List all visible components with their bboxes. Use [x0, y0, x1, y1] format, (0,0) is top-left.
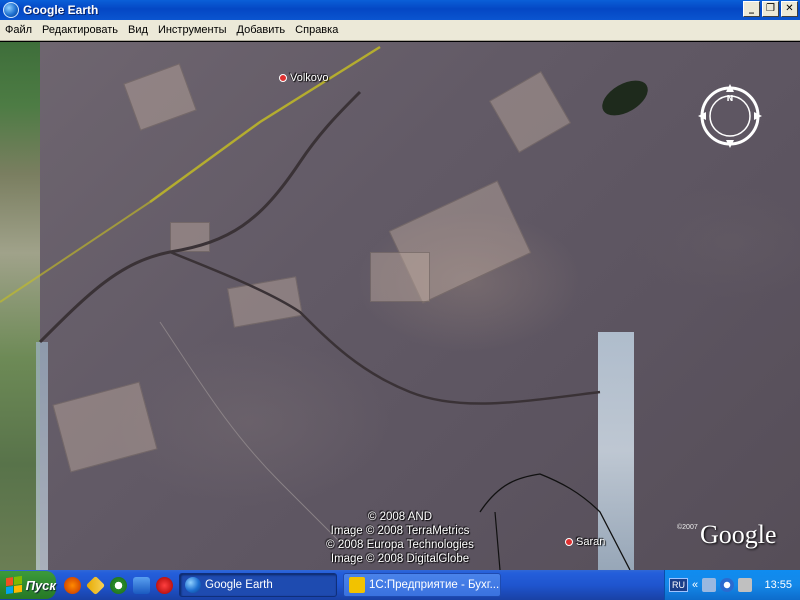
clock: 13:55 — [764, 579, 792, 591]
task-google-earth[interactable]: Google Earth — [179, 573, 337, 597]
task-1c[interactable]: 1С:Предприятие - Бухг... — [343, 573, 501, 597]
map-view[interactable]: Volkovo Saran N © 2008 AND Image © 2008 … — [0, 42, 800, 570]
credit-line: © 2008 Europa Technologies — [326, 539, 474, 551]
google-earth-icon — [185, 577, 201, 593]
watermark-year: ©2007 — [677, 524, 698, 531]
opera-icon[interactable] — [156, 576, 173, 594]
title-bar[interactable]: Google Earth _ ❐ ✕ — [0, 0, 800, 20]
task-label: Google Earth — [205, 579, 273, 591]
close-button[interactable]: ✕ — [781, 1, 798, 17]
volume-icon[interactable] — [738, 578, 753, 592]
quick-launch — [64, 575, 173, 595]
1c-icon — [349, 577, 365, 593]
menu-view[interactable]: Вид — [123, 24, 153, 36]
start-label: Пуск — [25, 577, 56, 593]
menu-help[interactable]: Справка — [290, 24, 343, 36]
menu-tools[interactable]: Инструменты — [153, 24, 232, 36]
media-player-icon[interactable] — [110, 576, 127, 594]
taskbar: Пуск Google Earth 1С:Предприятие - Бухг.… — [0, 570, 800, 600]
window-title: Google Earth — [23, 3, 99, 17]
network-icon[interactable] — [702, 578, 717, 592]
credit-line: © 2008 AND — [367, 511, 433, 523]
menu-add[interactable]: Добавить — [232, 24, 291, 36]
place-label-volkovo[interactable]: Volkovo — [279, 72, 329, 84]
compass-icon[interactable]: N — [696, 82, 764, 150]
language-indicator[interactable]: RU — [669, 578, 688, 592]
antivirus-icon[interactable] — [720, 578, 735, 592]
tray-expand-chevron-icon[interactable]: « — [692, 579, 698, 591]
compass-north-label: N — [727, 94, 734, 103]
restore-button[interactable]: ❐ — [762, 1, 779, 17]
start-button[interactable]: Пуск — [0, 571, 56, 599]
place-name: Saran — [576, 536, 606, 548]
task-label: 1С:Предприятие - Бухг... — [369, 579, 500, 591]
imagery-credits: © 2008 AND Image © 2008 TerraMetrics © 2… — [300, 510, 500, 566]
credit-line: Image © 2008 DigitalGlobe — [330, 553, 470, 565]
place-marker-icon — [279, 74, 287, 82]
menu-edit[interactable]: Редактировать — [37, 24, 123, 36]
google-logo: Google — [700, 520, 777, 549]
google-earth-icon — [3, 2, 19, 18]
place-name: Volkovo — [290, 72, 329, 84]
menu-bar: Файл Редактировать Вид Инструменты Добав… — [0, 20, 800, 41]
map-lines — [0, 45, 631, 570]
credit-line: Image © 2008 TerraMetrics — [330, 525, 470, 537]
windows-logo-icon — [6, 575, 22, 595]
outlook-icon[interactable] — [133, 576, 150, 594]
place-marker-icon — [565, 538, 573, 546]
shortcut-icon[interactable] — [85, 575, 106, 595]
firefox-icon[interactable] — [64, 576, 81, 594]
minimize-button[interactable]: _ — [743, 1, 760, 17]
menu-file[interactable]: Файл — [0, 24, 37, 36]
system-tray: RU « 13:55 — [664, 570, 800, 600]
place-label-saran[interactable]: Saran — [565, 536, 605, 548]
